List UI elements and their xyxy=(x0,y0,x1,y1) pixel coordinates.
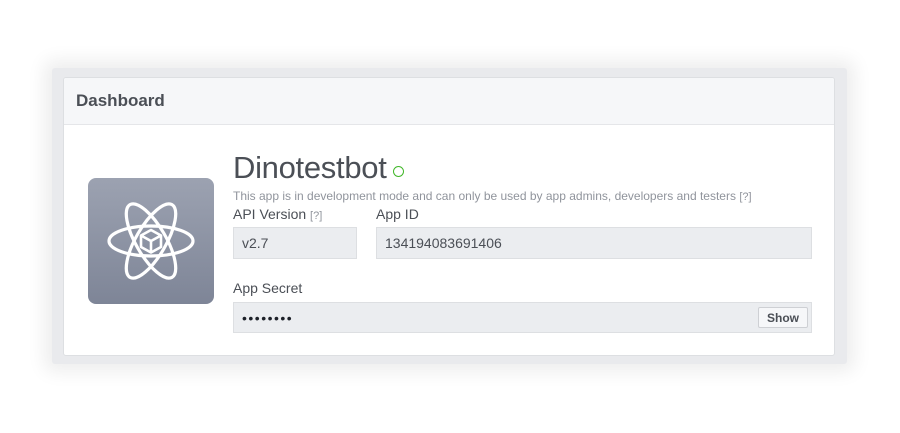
api-version-label-row: API Version [?] xyxy=(233,206,322,222)
app-id-field[interactable]: 134194083691406 xyxy=(376,227,812,259)
app-secret-label-row: App Secret xyxy=(233,280,302,296)
api-version-value: v2.7 xyxy=(242,235,269,251)
api-version-label: API Version xyxy=(233,206,307,222)
atom-cube-icon xyxy=(107,202,195,280)
app-secret-masked-value: •••••••• xyxy=(242,309,294,326)
app-secret-field[interactable]: •••••••• Show xyxy=(233,302,812,333)
status-circle-icon xyxy=(392,165,404,177)
app-id-value: 134194083691406 xyxy=(385,235,502,251)
development-mode-notice: This app is in development mode and can … xyxy=(233,189,752,203)
panel-title: Dashboard xyxy=(76,91,165,110)
app-id-label: App ID xyxy=(376,206,419,222)
panel-header: Dashboard xyxy=(64,78,834,125)
development-mode-text: This app is in development mode and can … xyxy=(233,189,736,203)
app-secret-label: App Secret xyxy=(233,280,303,296)
app-name: Dinotestbot xyxy=(233,150,387,185)
show-secret-button[interactable]: Show xyxy=(758,307,808,328)
app-id-label-row: App ID xyxy=(376,206,419,222)
app-icon xyxy=(88,178,214,304)
app-name-row: Dinotestbot xyxy=(233,150,404,186)
dashboard-panel: Dashboard Dinotestbot This app is in dev… xyxy=(63,77,835,356)
stage: Dashboard Dinotestbot This app is in dev… xyxy=(0,0,900,433)
development-mode-help-link[interactable]: [?] xyxy=(739,191,751,203)
api-version-field[interactable]: v2.7 xyxy=(233,227,357,259)
api-version-help-link[interactable]: [?] xyxy=(310,210,322,222)
